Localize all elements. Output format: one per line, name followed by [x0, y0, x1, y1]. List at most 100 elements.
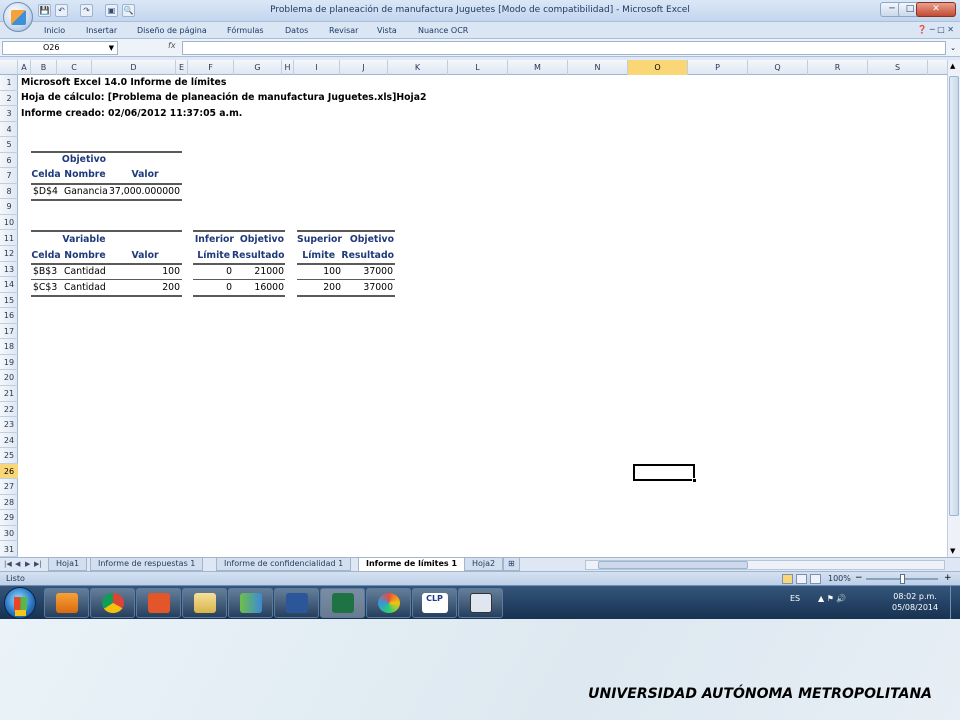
- worksheet-grid[interactable]: ABCDEFGHIJKLMNOPQRS 1 2 3 4 5 6 7 8 9 10 11 12 13 14 1…: [0, 60, 960, 557]
- row-header-14[interactable]: 14: [0, 277, 18, 293]
- row-header-27[interactable]: 27: [0, 479, 18, 495]
- row-header-20[interactable]: 20: [0, 370, 18, 386]
- show-desktop-button[interactable]: [950, 586, 960, 620]
- office-button[interactable]: [3, 2, 33, 32]
- column-header-b[interactable]: B: [31, 60, 57, 75]
- column-header-d[interactable]: D: [92, 60, 176, 75]
- tab-insertar[interactable]: Insertar: [86, 26, 117, 35]
- column-header-k[interactable]: K: [388, 60, 448, 75]
- scroll-down-icon[interactable]: ▼: [950, 547, 955, 555]
- zoom-icon[interactable]: 🔍: [122, 4, 135, 17]
- row-header-16[interactable]: 16: [0, 308, 18, 324]
- row-header-22[interactable]: 22: [0, 402, 18, 418]
- row-header-4[interactable]: 4: [0, 122, 18, 138]
- tab-vista[interactable]: Vista: [377, 26, 397, 35]
- row-header-24[interactable]: 24: [0, 433, 18, 449]
- redo-icon[interactable]: ↷: [80, 4, 93, 17]
- horizontal-scrollbar[interactable]: [585, 560, 945, 570]
- row-header-12[interactable]: 12: [0, 246, 18, 262]
- column-header-i[interactable]: I: [294, 60, 340, 75]
- tab-datos[interactable]: Datos: [285, 26, 308, 35]
- row-header-25[interactable]: 25: [0, 448, 18, 464]
- tab-revisar[interactable]: Revisar: [329, 26, 358, 35]
- taskbar-media-player[interactable]: [44, 588, 89, 618]
- taskbar-chrome[interactable]: [90, 588, 135, 618]
- expand-formula-bar-icon[interactable]: ⌄: [948, 41, 958, 55]
- zoom-in-icon[interactable]: +: [944, 573, 952, 583]
- column-header-r[interactable]: R: [808, 60, 868, 75]
- taskbar-clp[interactable]: CLP: [412, 588, 457, 618]
- row-header-11[interactable]: 11: [0, 231, 18, 246]
- row-header-26[interactable]: 26: [0, 463, 18, 480]
- first-sheet-icon[interactable]: |◀: [4, 560, 12, 568]
- next-sheet-icon[interactable]: ▶: [25, 560, 30, 568]
- row-header-23[interactable]: 23: [0, 417, 18, 433]
- tab-formulas[interactable]: Fórmulas: [227, 26, 264, 35]
- row-header-21[interactable]: 21: [0, 386, 18, 402]
- sheet-tab-respuestas[interactable]: Informe de respuestas 1: [90, 558, 204, 571]
- select-all-corner[interactable]: [0, 60, 18, 75]
- start-button[interactable]: [4, 587, 36, 619]
- column-header-h[interactable]: H: [282, 60, 294, 75]
- formula-input[interactable]: [182, 41, 946, 55]
- sheet-tab-confidencialidad[interactable]: Informe de confidencialidad 1: [216, 558, 352, 571]
- column-header-p[interactable]: P: [688, 60, 748, 75]
- row-header-29[interactable]: 29: [0, 510, 18, 526]
- row-header-19[interactable]: 19: [0, 355, 18, 371]
- active-cell-selection[interactable]: [633, 464, 697, 483]
- row-header-13[interactable]: 13: [0, 262, 18, 278]
- taskbar-app[interactable]: [136, 588, 181, 618]
- row-header-17[interactable]: 17: [0, 324, 18, 340]
- column-header-g[interactable]: G: [234, 60, 282, 75]
- column-header-q[interactable]: Q: [748, 60, 808, 75]
- row-header-9[interactable]: 9: [0, 199, 18, 215]
- insert-sheet-icon[interactable]: ⊞: [503, 558, 520, 571]
- row-header-7[interactable]: 7: [0, 168, 18, 184]
- taskbar-calculator[interactable]: [458, 588, 503, 618]
- sheet-tab-limites[interactable]: Informe de límites 1: [358, 558, 466, 572]
- zoom-slider-knob[interactable]: [900, 574, 905, 584]
- ribbon-window-controls[interactable]: ❓ ─ □ ✕: [917, 25, 954, 34]
- row-header-6[interactable]: 6: [0, 153, 18, 169]
- page-break-view-icon[interactable]: [810, 574, 821, 584]
- taskbar-messenger[interactable]: [228, 588, 273, 618]
- chevron-down-icon[interactable]: ▼: [109, 42, 114, 54]
- sheet-tab-hoja1[interactable]: Hoja1: [48, 558, 88, 571]
- taskbar-clock[interactable]: 08:02 p.m. 05/08/2014: [892, 591, 938, 613]
- tray-language[interactable]: ES: [790, 594, 800, 603]
- column-header-n[interactable]: N: [568, 60, 628, 75]
- vertical-scroll-thumb[interactable]: [949, 76, 959, 516]
- row-header-28[interactable]: 28: [0, 495, 18, 511]
- normal-view-icon[interactable]: [782, 574, 793, 584]
- print-preview-icon[interactable]: ▣: [105, 4, 118, 17]
- sheet-tab-hoja2[interactable]: Hoja2: [464, 558, 504, 571]
- save-icon[interactable]: 💾: [38, 4, 51, 17]
- row-header-1[interactable]: 1: [0, 75, 18, 91]
- column-header-e[interactable]: E: [176, 60, 188, 75]
- insert-function-icon[interactable]: fx: [122, 41, 180, 55]
- zoom-level[interactable]: 100%: [828, 574, 851, 583]
- name-box[interactable]: O26 ▼: [2, 41, 118, 55]
- horizontal-scroll-thumb[interactable]: [598, 561, 748, 569]
- tab-nuance-ocr[interactable]: Nuance OCR: [418, 26, 468, 35]
- row-header-5[interactable]: 5: [0, 137, 18, 153]
- column-header-j[interactable]: J: [340, 60, 388, 75]
- row-header-31[interactable]: 31: [0, 542, 18, 557]
- column-header-a[interactable]: A: [18, 60, 31, 75]
- fill-handle[interactable]: [692, 478, 697, 483]
- row-header-2[interactable]: 2: [0, 91, 18, 107]
- tab-diseno-pagina[interactable]: Diseño de página: [137, 26, 207, 35]
- vertical-scrollbar[interactable]: ▲ ▼: [947, 60, 960, 557]
- taskbar-word[interactable]: [274, 588, 319, 618]
- column-header-l[interactable]: L: [448, 60, 508, 75]
- tab-inicio[interactable]: Inicio: [44, 26, 65, 35]
- row-header-15[interactable]: 15: [0, 293, 18, 309]
- zoom-out-icon[interactable]: −: [855, 573, 863, 583]
- row-header-8[interactable]: 8: [0, 184, 18, 200]
- column-header-f[interactable]: F: [188, 60, 234, 75]
- taskbar-paint[interactable]: [366, 588, 411, 618]
- prev-sheet-icon[interactable]: ◀: [15, 560, 20, 568]
- row-header-10[interactable]: 10: [0, 215, 18, 231]
- last-sheet-icon[interactable]: ▶|: [34, 560, 42, 568]
- taskbar-explorer[interactable]: [182, 588, 227, 618]
